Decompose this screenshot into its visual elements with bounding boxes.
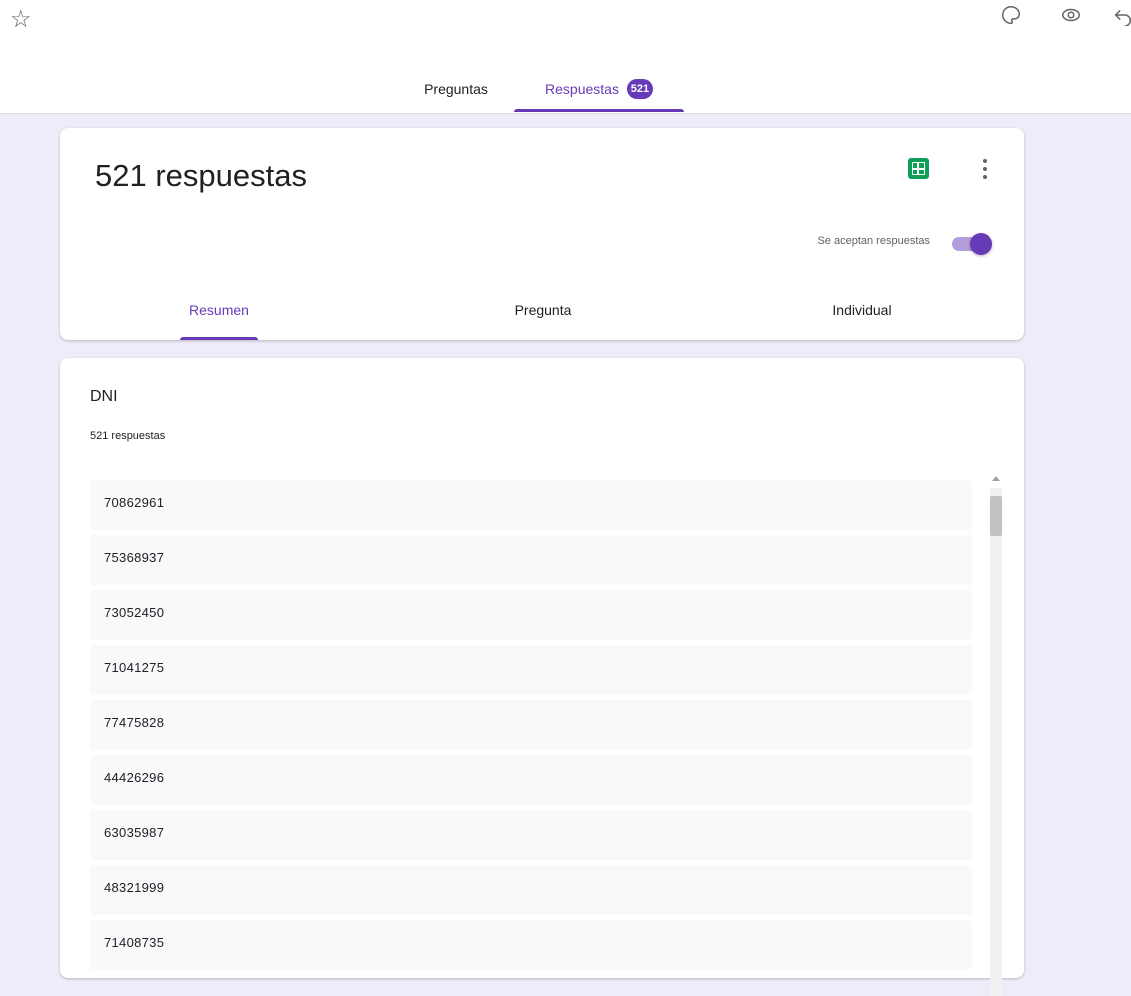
tab-resumen[interactable]: Resumen: [180, 298, 258, 340]
response-count-badge: 521: [626, 79, 653, 100]
tab-respuestas-label: Respuestas: [545, 81, 619, 97]
top-bar: ☆ Preguntas Respuestas 521: [0, 0, 1131, 114]
list-item: 77475828: [90, 700, 972, 750]
list-item: 63035987: [90, 810, 972, 860]
scroll-up-arrow-icon[interactable]: [992, 476, 1000, 481]
scrollbar-track: [990, 488, 1002, 996]
question-title: DNI: [90, 388, 118, 405]
question-summary-card: DNI 521 respuestas 70862961 75368937 730…: [60, 358, 1024, 996]
more-options-icon[interactable]: [975, 156, 995, 182]
palette-icon[interactable]: [1000, 4, 1022, 26]
star-icon[interactable]: ☆: [10, 8, 32, 32]
tab-pregunta[interactable]: Pregunta: [498, 298, 588, 340]
list-item: 48321999: [90, 865, 972, 915]
list-item: 73052450: [90, 590, 972, 640]
list-item: 71408735: [90, 920, 972, 970]
undo-icon[interactable]: [1112, 4, 1131, 26]
tab-pregunta-label: Pregunta: [514, 302, 572, 318]
tab-preguntas[interactable]: Preguntas: [410, 72, 502, 112]
kebab-dot: [983, 167, 987, 171]
subtab-active-indicator: [180, 337, 258, 340]
accepting-responses-label: Se aceptan respuestas: [817, 235, 930, 247]
tab-resumen-label: Resumen: [189, 302, 249, 318]
response-list[interactable]: 70862961 75368937 73052450 71041275 7747…: [90, 480, 972, 975]
responses-summary-card: 521 respuestas Se aceptan respuestas Res…: [60, 128, 1024, 340]
list-item: 70862961: [90, 480, 972, 530]
tab-individual[interactable]: Individual: [814, 298, 910, 340]
preview-eye-icon[interactable]: [1060, 4, 1082, 26]
list-item: 44426296: [90, 755, 972, 805]
page-title: 521 respuestas: [95, 158, 307, 193]
list-item: 75368937: [90, 535, 972, 585]
tab-respuestas[interactable]: Respuestas 521: [514, 72, 684, 112]
tab-individual-label: Individual: [832, 302, 892, 318]
main-tabs: Preguntas Respuestas 521: [0, 72, 1131, 112]
kebab-dot: [983, 159, 987, 163]
list-item: 71041275: [90, 645, 972, 695]
kebab-dot: [983, 175, 987, 179]
response-list-scrollbar[interactable]: [988, 476, 1004, 996]
accepting-responses-toggle[interactable]: [948, 232, 996, 255]
tab-preguntas-label: Preguntas: [424, 81, 488, 97]
question-response-count: 521 respuestas: [90, 430, 166, 442]
scrollbar-thumb[interactable]: [990, 496, 1002, 536]
toggle-thumb: [970, 233, 992, 255]
tab-active-indicator: [514, 109, 684, 112]
google-sheets-icon[interactable]: [908, 158, 929, 179]
